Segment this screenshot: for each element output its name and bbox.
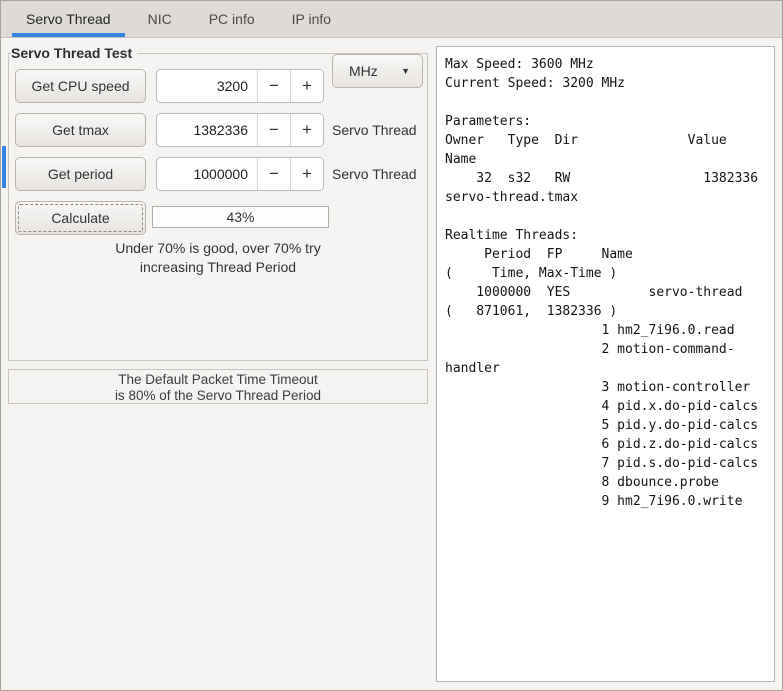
app-window: Servo Thread NIC PC info IP info Servo T… — [0, 0, 783, 691]
plus-icon: + — [302, 164, 312, 183]
get-period-button[interactable]: Get period — [15, 157, 146, 191]
minus-icon: − — [269, 120, 279, 139]
cpu-speed-decrement-button[interactable]: − — [257, 70, 290, 102]
period-value[interactable]: 1000000 — [157, 158, 257, 190]
cpu-speed-value[interactable]: 3200 — [157, 70, 257, 102]
packet-timeout-frame: The Default Packet Time Timeout is 80% o… — [8, 369, 428, 404]
period-increment-button[interactable]: + — [290, 158, 323, 190]
hint-line-2: increasing Thread Period — [139, 259, 297, 275]
tmax-decrement-button[interactable]: − — [257, 114, 290, 146]
tmax-spinbox[interactable]: 1382336 − + — [156, 113, 324, 147]
minus-icon: − — [269, 164, 279, 183]
tmax-value[interactable]: 1382336 — [157, 114, 257, 146]
cpu-speed-spinbox[interactable]: 3200 − + — [156, 69, 324, 103]
tab-label: PC info — [208, 11, 255, 27]
cpu-speed-increment-button[interactable]: + — [290, 70, 323, 102]
minus-icon: − — [269, 76, 279, 95]
speed-unit-dropdown[interactable]: MHz ▼ — [332, 54, 423, 88]
scroll-indicator[interactable] — [2, 146, 6, 188]
period-thread-label: Servo Thread — [332, 166, 417, 182]
console-output-text: Max Speed: 3600 MHz Current Speed: 3200 … — [445, 57, 759, 509]
speed-unit-label: MHz — [349, 63, 378, 79]
tab-ip-info[interactable]: IP info — [278, 1, 345, 37]
frame-title: Servo Thread Test — [11, 45, 138, 61]
tab-label: NIC — [147, 11, 172, 27]
tab-pc-info[interactable]: PC info — [195, 1, 269, 37]
note-line-2: is 80% of the Servo Thread Period — [114, 387, 322, 403]
period-spinbox[interactable]: 1000000 − + — [156, 157, 324, 191]
period-decrement-button[interactable]: − — [257, 158, 290, 190]
hint-line-1: Under 70% is good, over 70% try — [115, 240, 321, 256]
tmax-increment-button[interactable]: + — [290, 114, 323, 146]
tab-bar: Servo Thread NIC PC info IP info — [1, 1, 782, 38]
get-cpu-speed-button[interactable]: Get CPU speed — [15, 69, 146, 103]
chevron-down-icon: ▼ — [401, 66, 410, 76]
tmax-thread-label: Servo Thread — [332, 122, 417, 138]
plus-icon: + — [302, 76, 312, 95]
servo-thread-test-frame: Servo Thread Test Get CPU speed 3200 − +… — [8, 45, 428, 361]
calculate-button[interactable]: Calculate — [15, 201, 146, 235]
tab-servo-thread[interactable]: Servo Thread — [12, 1, 125, 37]
tab-nic[interactable]: NIC — [134, 1, 186, 37]
tab-label: IP info — [291, 11, 332, 27]
plus-icon: + — [302, 120, 312, 139]
output-panel[interactable]: Max Speed: 3600 MHz Current Speed: 3200 … — [436, 46, 775, 682]
calculation-result-display: 43% — [152, 206, 329, 228]
packet-timeout-note: The Default Packet Time Timeout is 80% o… — [9, 372, 427, 403]
threshold-hint: Under 70% is good, over 70% try increasi… — [9, 239, 427, 277]
tab-label: Servo Thread — [26, 11, 111, 27]
note-line-1: The Default Packet Time Timeout — [118, 372, 318, 387]
get-tmax-button[interactable]: Get tmax — [15, 113, 146, 147]
